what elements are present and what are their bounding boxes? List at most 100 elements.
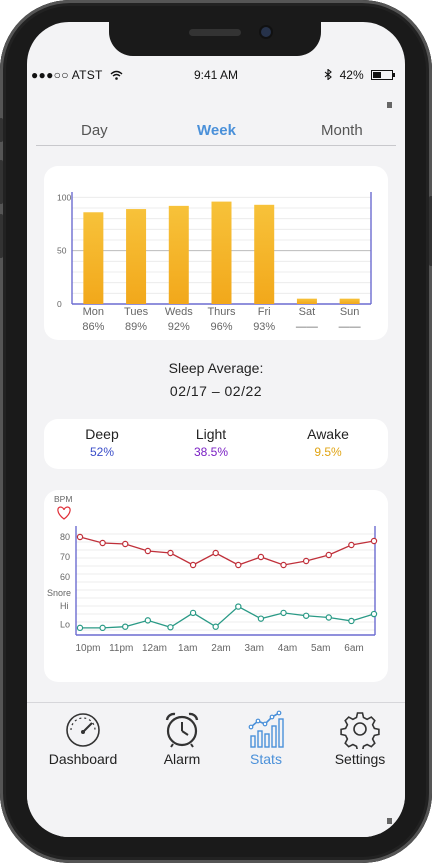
bpm-point	[280, 561, 287, 569]
bpm-point	[257, 553, 265, 561]
bpm-point	[212, 549, 219, 557]
tab-month[interactable]: Month	[321, 122, 363, 139]
stage-light-label: Light	[195, 426, 227, 442]
gear-icon	[340, 712, 380, 749]
bpm-point	[348, 541, 355, 549]
battery-icon	[371, 70, 395, 80]
resize-handle-top	[387, 102, 392, 108]
tab-stats[interactable]: Stats	[221, 709, 311, 767]
bpm-point	[167, 549, 174, 557]
snore-point	[212, 623, 219, 630]
sleep-average-range: 02/17 – 02/22	[169, 383, 263, 399]
front-camera	[261, 27, 271, 37]
bar-tues	[126, 209, 147, 304]
bar-fri	[254, 204, 275, 304]
stage-deep-label: Deep	[85, 426, 119, 442]
line-chart-y-tick: 70	[60, 552, 70, 562]
bpm-point	[144, 547, 152, 555]
side-button-volume-down	[0, 214, 3, 258]
bar-thurs	[211, 201, 232, 304]
line-chart-x-tick: 11pm	[109, 643, 133, 654]
sleep-average-title: Sleep Average:	[168, 360, 264, 376]
stage-awake: Awake 9.5%	[273, 426, 383, 459]
bar-chart-x-tick: Mon	[83, 306, 104, 318]
stage-light-value: 38.5%	[193, 445, 229, 459]
tab-bar: Dashboard Alarm Stats Settings	[27, 702, 405, 837]
line-chart-y-tick: Snore	[47, 588, 71, 598]
stage-awake-value: 9.5%	[314, 445, 342, 459]
tab-stats-label: Stats	[250, 751, 282, 767]
speedometer-icon	[66, 713, 100, 747]
bar-chart-y-tick: 100	[57, 192, 71, 202]
line-chart-x-tick: 5am	[311, 643, 330, 654]
snore-point	[76, 624, 84, 632]
snore-point	[280, 609, 287, 617]
side-button-mute	[0, 118, 3, 142]
bar-mon	[83, 212, 104, 304]
snore-point	[122, 623, 129, 630]
stage-deep-value: 52%	[89, 445, 115, 459]
bpm-point	[235, 561, 242, 569]
line-chart-x-tick: 4am	[278, 643, 297, 654]
bar-value-label: 93%	[253, 321, 275, 333]
bar-chart-y-tick: 0	[57, 299, 62, 309]
bar-chart-x-tick: Fri	[258, 306, 271, 318]
line-chart-x-tick: 10pm	[75, 643, 100, 654]
snore-point	[325, 614, 332, 621]
bpm-point	[370, 537, 378, 545]
resize-handle-bottom	[387, 818, 392, 824]
snore-point	[348, 617, 355, 625]
bar-chart-x-tick: Thurs	[207, 306, 236, 318]
sleep-quality-bar-chart: 0 50 100 Mon 86% Tues 89% Weds 92% Thurs 96% Fri 93%…	[57, 192, 372, 333]
line-chart-y-tick: Lo	[60, 619, 70, 629]
bar-value-label: ——	[296, 321, 318, 333]
bpm-point	[122, 540, 129, 548]
bpm-point	[325, 551, 332, 559]
stage-awake-label: Awake	[307, 426, 349, 442]
bar-value-label: 92%	[168, 321, 190, 333]
bar-chart-x-tick: Tues	[124, 306, 149, 318]
line-chart-y-tick: 60	[60, 572, 70, 582]
tab-settings[interactable]: Settings	[315, 709, 405, 767]
bar-chart-x-tick: Weds	[165, 306, 193, 318]
battery-percent: 42%	[339, 68, 364, 82]
bpm-point	[99, 539, 106, 547]
bpm-point	[189, 561, 197, 569]
snore-point	[235, 603, 242, 610]
line-chart-x-tick: 2am	[211, 643, 230, 654]
snore-point	[167, 624, 174, 631]
snore-point	[144, 617, 152, 624]
tab-alarm[interactable]: Alarm	[137, 709, 227, 767]
tab-dashboard[interactable]: Dashboard	[38, 709, 128, 767]
line-chart-x-tick: 12am	[142, 643, 167, 654]
tab-settings-label: Settings	[334, 751, 386, 767]
heart-icon	[57, 506, 71, 520]
tab-day[interactable]: Day	[81, 122, 108, 139]
bar-chart-x-tick: Sun	[340, 306, 360, 318]
snore-point	[257, 615, 265, 622]
side-button-volume-up	[0, 160, 3, 204]
tab-week[interactable]: Week	[197, 122, 236, 139]
sleep-quality-card: 0 50 100 Mon 86% Tues 89% Weds 92% Thurs 96% Fri 93%…	[44, 166, 388, 340]
snore-point	[189, 609, 197, 617]
bar-value-label: 89%	[125, 321, 147, 333]
bluetooth-icon	[324, 68, 333, 81]
bpm-snore-line-chart: BPM 80 70 60 Snore Hi Lo 10pm 11pm 12am 1am 2am 3am 4…	[47, 494, 378, 654]
notch	[109, 22, 321, 56]
bar-value-label: 86%	[82, 321, 104, 333]
line-chart-y-tick: Hi	[60, 601, 69, 611]
line-chart-title: BPM	[54, 494, 72, 504]
status-right: 42%	[324, 68, 395, 82]
app-screen: ●●●○○ ATST 9:41 AM 42% Day Week Month 0 5…	[27, 22, 405, 837]
stats-chart-icon	[248, 710, 284, 748]
bar-weds	[168, 205, 189, 304]
line-chart-x-tick: 3am	[245, 643, 264, 654]
bar-value-label: 96%	[210, 321, 232, 333]
bar-sat	[296, 298, 317, 304]
status-bar: ●●●○○ ATST 9:41 AM 42%	[27, 66, 405, 84]
bar-chart-y-tick: 50	[57, 246, 67, 256]
tab-alarm-label: Alarm	[163, 751, 201, 767]
line-chart-x-tick: 6am	[344, 643, 363, 654]
snore-point	[99, 624, 106, 632]
line-chart-y-tick: 80	[60, 532, 70, 542]
